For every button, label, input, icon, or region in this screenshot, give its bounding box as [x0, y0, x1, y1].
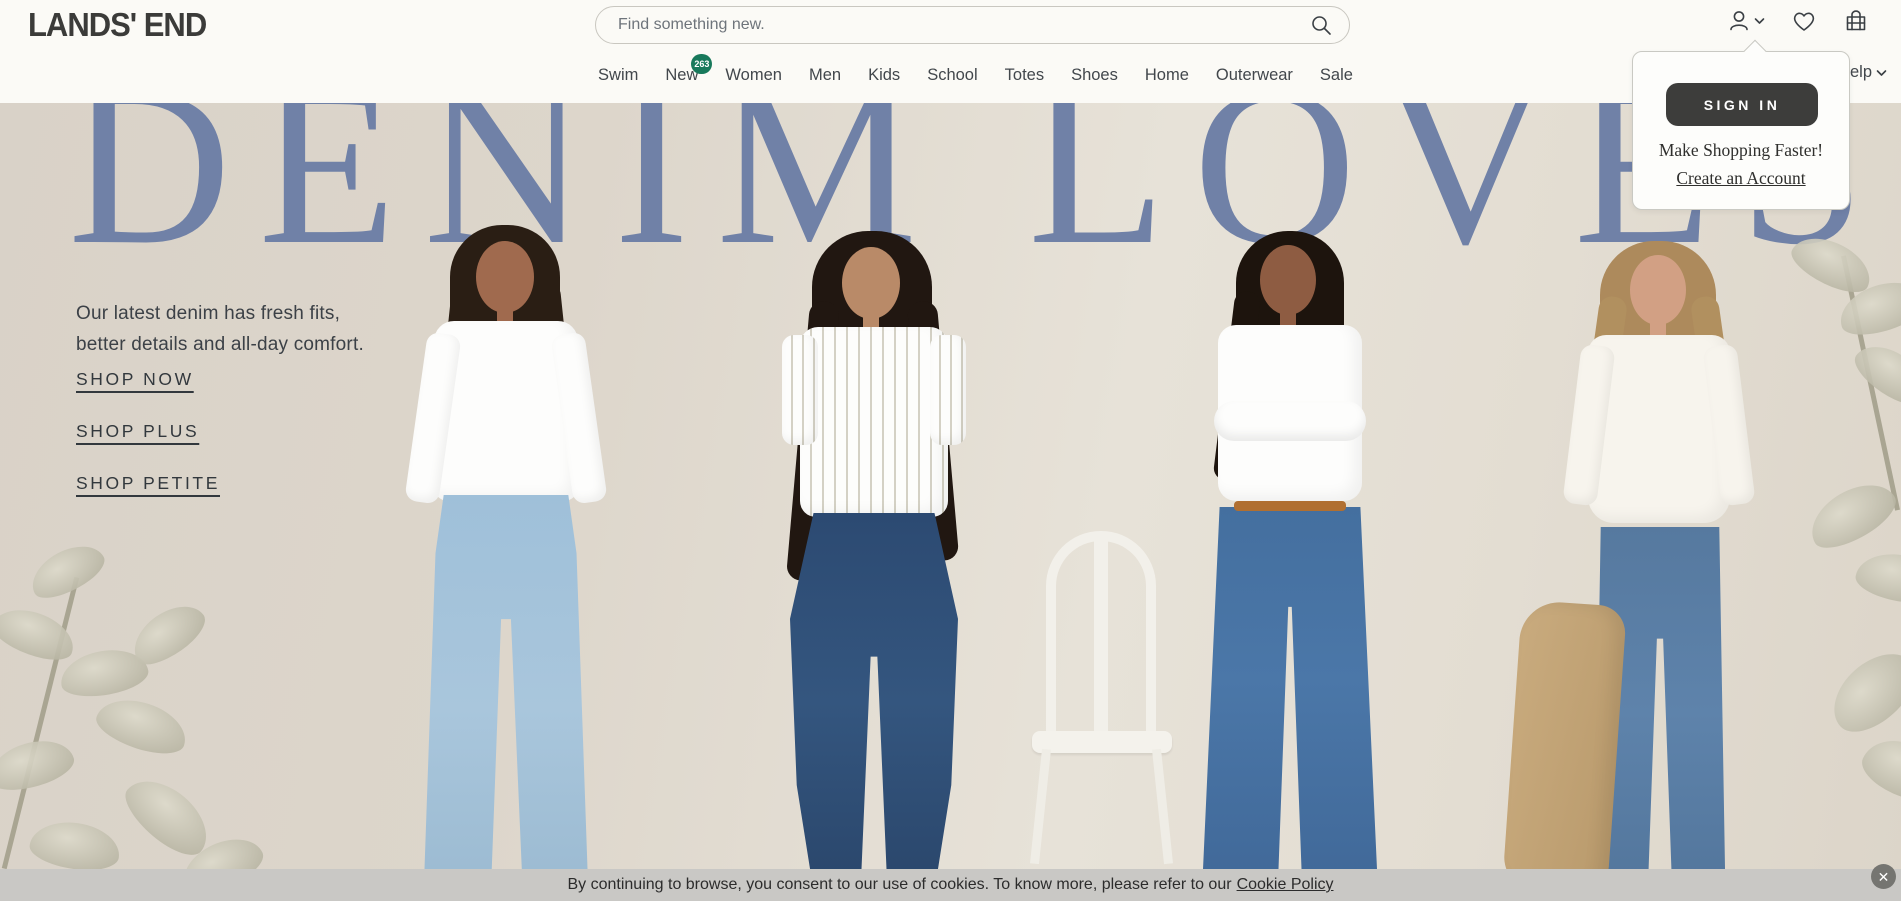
tan-coat — [1502, 600, 1627, 897]
nav-item-shoes[interactable]: Shoes — [1071, 66, 1118, 85]
person-icon[interactable] — [1726, 8, 1765, 34]
search-input[interactable] — [618, 16, 1309, 34]
new-count-badge: 263 — [691, 54, 712, 74]
nav-item-women[interactable]: Women — [725, 66, 782, 85]
search-bar[interactable] — [595, 6, 1350, 44]
chevron-down-icon — [1876, 69, 1887, 77]
nav-item-swim[interactable]: Swim — [598, 66, 638, 85]
shop-petite-link[interactable]: SHOP PETITE — [76, 473, 220, 494]
floral-leaf — [23, 535, 111, 607]
nav-item-outerwear[interactable]: Outerwear — [1216, 66, 1293, 85]
model-photo-3 — [1162, 231, 1418, 891]
shop-plus-link[interactable]: SHOP PLUS — [76, 421, 199, 442]
sign-in-button[interactable]: SIGN IN — [1666, 83, 1818, 126]
popover-message: Make Shopping Faster! — [1633, 140, 1849, 161]
floral-leaf — [1819, 638, 1901, 745]
close-icon[interactable]: ✕ — [1871, 864, 1896, 889]
nav-item-school[interactable]: School — [927, 66, 977, 85]
create-account-link[interactable]: Create an Account — [1633, 168, 1849, 189]
shop-now-link[interactable]: SHOP NOW — [76, 369, 194, 390]
white-chair — [1028, 531, 1183, 866]
model-photo-2 — [742, 231, 1014, 891]
floral-leaf — [1800, 471, 1901, 559]
tote-bag-icon[interactable] — [1843, 8, 1869, 34]
nav-item-sale[interactable]: Sale — [1320, 66, 1353, 85]
heart-icon[interactable] — [1791, 9, 1817, 33]
nav-item-men[interactable]: Men — [809, 66, 841, 85]
floral-leaf — [1855, 729, 1901, 809]
floral-leaf — [91, 690, 193, 762]
site-header: LANDS' END Swim New263 Women Men Kids Sc… — [0, 0, 1901, 103]
cookie-message: By continuing to browse, you consent to … — [567, 876, 1231, 894]
floral-leaf — [1853, 548, 1901, 608]
main-navigation: Swim New263 Women Men Kids School Totes … — [0, 55, 1901, 95]
nav-item-home[interactable]: Home — [1145, 66, 1189, 85]
cookie-banner: By continuing to browse, you consent to … — [0, 869, 1901, 901]
magnifier-icon[interactable] — [1309, 13, 1333, 37]
lands-end-logo[interactable]: LANDS' END — [28, 6, 206, 45]
cookie-policy-link[interactable]: Cookie Policy — [1237, 876, 1334, 894]
nav-item-new[interactable]: New263 — [665, 66, 698, 85]
floral-leaf — [0, 732, 78, 798]
account-popover: SIGN IN Make Shopping Faster! Create an … — [1632, 51, 1850, 210]
nav-item-kids[interactable]: Kids — [868, 66, 900, 85]
model-photo-1 — [372, 223, 640, 883]
nav-item-totes[interactable]: Totes — [1005, 66, 1044, 85]
hero-banner: DENIM LOVES Our latest denim has fresh f… — [0, 103, 1901, 901]
hero-copy: Our latest denim has fresh fits, better … — [76, 299, 364, 361]
floral-leaf — [27, 817, 123, 875]
chevron-down-icon — [1754, 17, 1765, 25]
